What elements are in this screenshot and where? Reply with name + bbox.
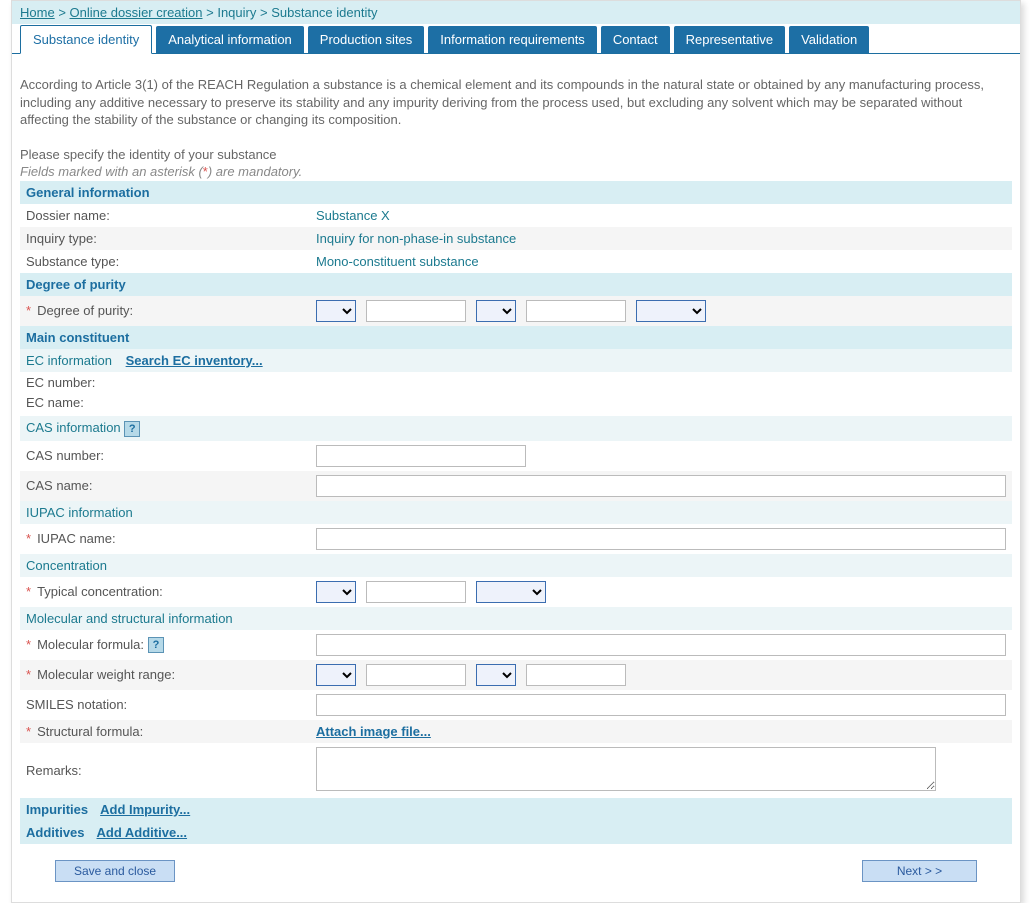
required-icon: *	[26, 637, 31, 652]
breadcrumb-home[interactable]: Home	[20, 5, 55, 20]
breadcrumb-current: Substance identity	[271, 5, 377, 20]
section-degree-of-purity: Degree of purity	[20, 273, 1012, 296]
dossier-name-value: Substance X	[316, 208, 1006, 223]
substance-type-value: Mono-constituent substance	[316, 254, 1006, 269]
subsection-ec-information: EC information Search EC inventory...	[20, 349, 1012, 372]
breadcrumb: Home > Online dossier creation > Inquiry…	[12, 1, 1020, 24]
breadcrumb-online-dossier[interactable]: Online dossier creation	[70, 5, 203, 20]
ec-number-label: EC number:	[26, 375, 316, 390]
required-icon: *	[26, 531, 31, 546]
subsection-molecular-structural: Molecular and structural information	[20, 607, 1012, 630]
help-icon[interactable]: ?	[148, 637, 164, 653]
mandatory-note: Fields marked with an asterisk (*) are m…	[20, 164, 1012, 179]
add-impurity-link[interactable]: Add Impurity...	[100, 802, 190, 817]
typical-concentration-val-input[interactable]	[366, 581, 466, 603]
subsection-concentration: Concentration	[20, 554, 1012, 577]
ec-name-label: EC name:	[26, 395, 316, 410]
subsection-cas-information: CAS information ?	[20, 416, 1012, 441]
attach-image-file-link[interactable]: Attach image file...	[316, 724, 431, 739]
molecular-weight-op2-select[interactable]	[476, 664, 516, 686]
smiles-notation-input[interactable]	[316, 694, 1006, 716]
tab-production-sites[interactable]: Production sites	[308, 26, 425, 53]
smiles-notation-label: SMILES notation:	[26, 697, 316, 712]
typical-concentration-unit-select[interactable]	[476, 581, 546, 603]
molecular-formula-label: Molecular formula:	[37, 637, 144, 652]
inquiry-type-label: Inquiry type:	[26, 231, 316, 246]
molecular-weight-val2-input[interactable]	[526, 664, 626, 686]
required-icon: *	[26, 667, 31, 682]
degree-purity-op1-select[interactable]	[316, 300, 356, 322]
tab-information-requirements[interactable]: Information requirements	[428, 26, 597, 53]
tab-contact[interactable]: Contact	[601, 26, 670, 53]
typical-concentration-label: Typical concentration:	[37, 584, 163, 599]
breadcrumb-inquiry: Inquiry	[217, 5, 256, 20]
specify-text: Please specify the identity of your subs…	[20, 147, 1012, 162]
cas-name-input[interactable]	[316, 475, 1006, 497]
add-additive-link[interactable]: Add Additive...	[97, 825, 188, 840]
tab-substance-identity[interactable]: Substance identity	[20, 25, 152, 54]
intro-text: According to Article 3(1) of the REACH R…	[20, 76, 1012, 129]
help-icon[interactable]: ?	[124, 421, 140, 437]
cas-number-label: CAS number:	[26, 448, 316, 463]
required-icon: *	[26, 584, 31, 599]
cas-number-input[interactable]	[316, 445, 526, 467]
section-main-constituent: Main constituent	[20, 326, 1012, 349]
tab-validation[interactable]: Validation	[789, 26, 869, 53]
molecular-formula-input[interactable]	[316, 634, 1006, 656]
inquiry-type-value: Inquiry for non-phase-in substance	[316, 231, 1006, 246]
section-additives: Additives Add Additive...	[20, 821, 1012, 844]
required-icon: *	[26, 303, 31, 318]
section-impurities: Impurities Add Impurity...	[20, 798, 1012, 821]
degree-purity-unit-select[interactable]	[636, 300, 706, 322]
degree-purity-op2-select[interactable]	[476, 300, 516, 322]
tab-analytical-information[interactable]: Analytical information	[156, 26, 304, 53]
molecular-weight-val1-input[interactable]	[366, 664, 466, 686]
subsection-iupac-information: IUPAC information	[20, 501, 1012, 524]
dossier-name-label: Dossier name:	[26, 208, 316, 223]
required-icon: *	[26, 724, 31, 739]
structural-formula-label: Structural formula:	[37, 724, 143, 739]
molecular-weight-range-label: Molecular weight range:	[37, 667, 175, 682]
tab-representative[interactable]: Representative	[674, 26, 785, 53]
cas-name-label: CAS name:	[26, 478, 316, 493]
section-general-information: General information	[20, 181, 1012, 204]
degree-purity-val1-input[interactable]	[366, 300, 466, 322]
molecular-weight-op1-select[interactable]	[316, 664, 356, 686]
search-ec-inventory-link[interactable]: Search EC inventory...	[126, 353, 263, 368]
degree-purity-val2-input[interactable]	[526, 300, 626, 322]
remarks-textarea[interactable]	[316, 747, 936, 791]
substance-type-label: Substance type:	[26, 254, 316, 269]
tab-bar: Substance identity Analytical informatio…	[12, 24, 1020, 54]
typical-concentration-op-select[interactable]	[316, 581, 356, 603]
remarks-label: Remarks:	[26, 763, 316, 778]
iupac-name-input[interactable]	[316, 528, 1006, 550]
iupac-name-label: IUPAC name:	[37, 531, 116, 546]
degree-of-purity-label: Degree of purity:	[37, 303, 133, 318]
